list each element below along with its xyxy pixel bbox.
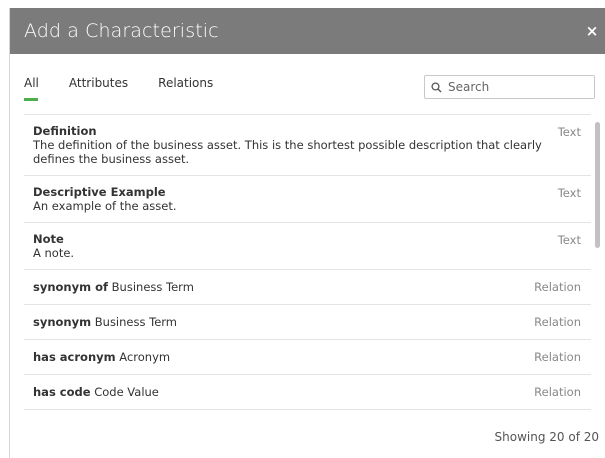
close-icon[interactable]: × [581,22,603,40]
item-type: Text [557,125,581,139]
item-type: Relation [534,280,581,294]
item-type: Text [557,233,581,247]
result-count: Showing 20 of 20 [494,430,599,444]
tab-attributes[interactable]: Attributes [69,76,128,98]
item-description: The definition of the business asset. Th… [33,138,542,166]
list-item[interactable]: synonym Business Term Relation [24,304,591,339]
tab-relations[interactable]: Relations [158,76,213,98]
item-name: has acronym [33,350,116,364]
search-input[interactable] [446,79,590,95]
list-divider [24,409,591,410]
toolbar: All Attributes Relations [24,72,597,112]
item-name: Descriptive Example [33,185,166,199]
item-target: Code Value [94,385,159,399]
list-item[interactable]: has code Code Value Relation [24,374,591,409]
dialog-titlebar: Add a Characteristic × [10,8,605,54]
list-item[interactable]: Descriptive Example An example of the as… [24,175,591,222]
list-item[interactable]: Note A note. Text [24,222,591,269]
characteristics-list: Definition The definition of the busines… [24,114,591,430]
item-target: Acronym [119,350,171,364]
search-icon [431,81,442,92]
search-box[interactable] [424,75,595,99]
item-type: Relation [534,385,581,399]
item-type: Relation [534,315,581,329]
item-name: Definition [33,124,97,138]
item-type: Text [557,186,581,200]
scrollbar-thumb[interactable] [595,122,600,248]
list-item[interactable]: Definition The definition of the busines… [24,114,591,175]
item-description: A note. [33,246,75,260]
add-characteristic-dialog: Add a Characteristic × All Attributes Re… [9,8,605,458]
dialog-title: Add a Characteristic [24,20,219,42]
list-item[interactable]: synonym of Business Term Relation [24,269,591,304]
item-description: An example of the asset. [33,199,177,213]
item-name: has code [33,385,91,399]
list-item[interactable]: has acronym Acronym Relation [24,339,591,374]
tab-bar: All Attributes Relations [24,76,243,101]
tab-all[interactable]: All [24,76,39,101]
item-name: synonym of [33,280,109,294]
item-name: Note [33,232,64,246]
item-type: Relation [534,350,581,364]
item-name: synonym [33,315,92,329]
item-target: Business Term [94,315,178,329]
item-target: Business Term [111,280,194,294]
